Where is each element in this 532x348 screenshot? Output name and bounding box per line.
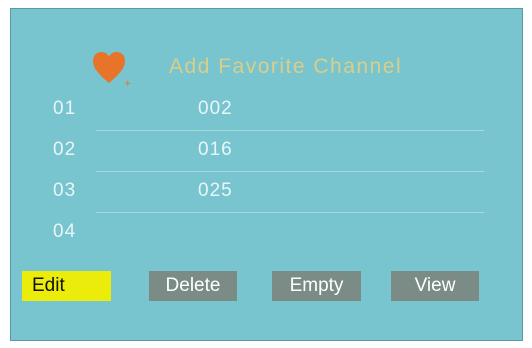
heart-icon: + [91, 49, 132, 89]
channel-number: 016 [198, 139, 233, 160]
page-title: Add Favorite Channel [169, 55, 403, 78]
delete-button[interactable]: Delete [149, 271, 237, 301]
channel-number: 002 [198, 98, 233, 119]
header: + Add Favorite Channel [91, 47, 403, 89]
list-item[interactable]: 03 025 [11, 174, 524, 215]
slot-number: 02 [53, 139, 77, 160]
favorite-channel-screen: + Add Favorite Channel 01 002 02 016 03 … [10, 8, 523, 341]
svg-text:+: + [124, 79, 132, 89]
row-divider [96, 130, 484, 131]
slot-number: 01 [53, 98, 77, 119]
favorite-list: 01 002 02 016 03 025 04 [11, 92, 524, 256]
slot-number: 04 [53, 221, 77, 242]
list-item[interactable]: 01 002 [11, 92, 524, 133]
empty-button[interactable]: Empty [272, 271, 361, 301]
list-item[interactable]: 04 [11, 215, 524, 256]
row-divider [96, 212, 484, 213]
action-bar: Edit Delete Empty View [11, 271, 524, 301]
row-divider [96, 171, 484, 172]
list-item[interactable]: 02 016 [11, 133, 524, 174]
view-button[interactable]: View [391, 271, 479, 301]
edit-button[interactable]: Edit [22, 271, 111, 301]
slot-number: 03 [53, 180, 77, 201]
channel-number: 025 [198, 180, 233, 201]
